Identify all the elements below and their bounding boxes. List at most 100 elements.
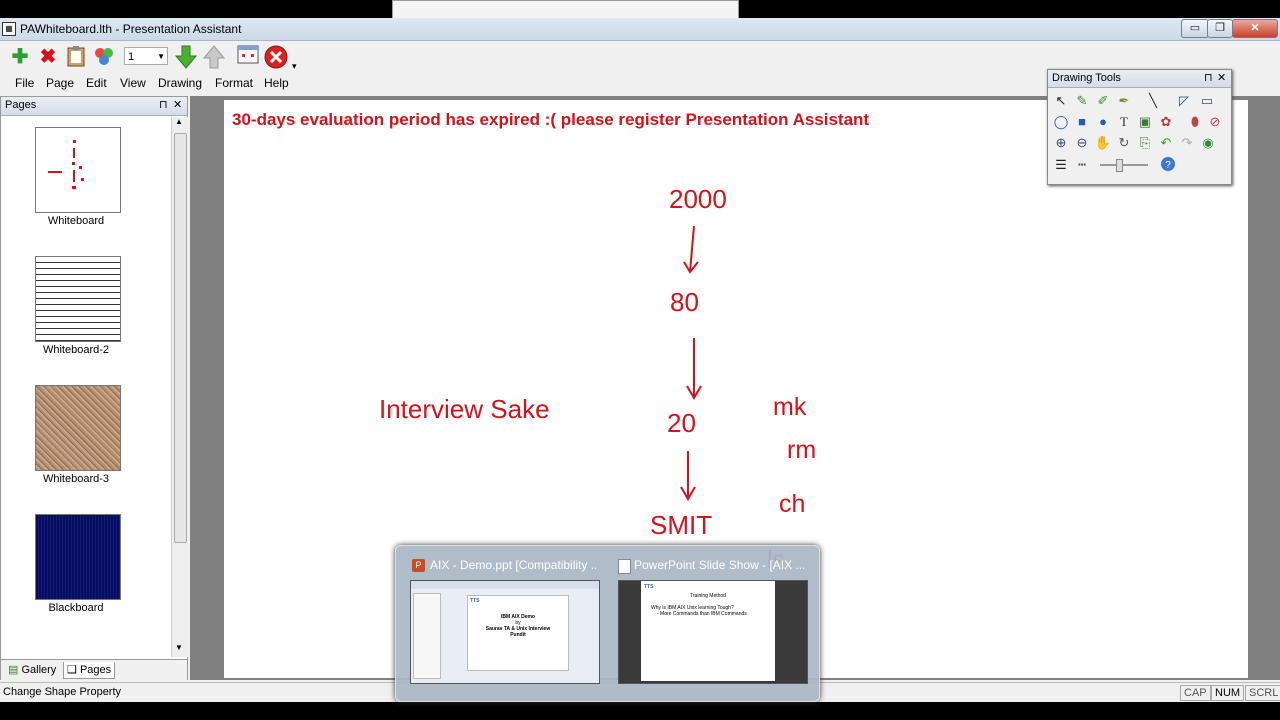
line-icon[interactable]: ╲	[1144, 92, 1162, 110]
zoom-out-icon[interactable]: ⊖	[1073, 134, 1091, 152]
page-thumbnail-blackboard[interactable]	[35, 514, 121, 600]
preview-title[interactable]: PowerPoint Slide Show - [AIX ...	[634, 558, 804, 572]
rectangle-outline-icon[interactable]: ▭	[1198, 92, 1216, 110]
svg-text:?: ?	[1165, 160, 1171, 171]
page-thumbnail-whiteboard-2[interactable]	[35, 256, 121, 342]
polygon-icon[interactable]: ◸	[1175, 92, 1193, 110]
pages-panel: Pages ⊓ ✕ Whiteboard Whiteboard-2 Whiteb…	[0, 96, 188, 680]
scroll-down-icon[interactable]: ▼	[175, 643, 183, 652]
arrow-down-icon[interactable]	[174, 45, 198, 69]
slide-line: Pundit	[510, 632, 526, 638]
menu-file[interactable]: File	[15, 76, 34, 90]
page-thumbnail-label: Whiteboard-2	[42, 344, 110, 356]
pages-scrollbar[interactable]: ▲ ▼	[171, 117, 188, 657]
tab-pages[interactable]: ❑ Pages	[63, 662, 116, 679]
taskbar-preview-popup: P AIX - Demo.ppt [Compatibility ... TTS …	[395, 545, 820, 702]
marker-icon[interactable]: ✒	[1115, 92, 1133, 110]
menu-drawing[interactable]: Drawing	[158, 76, 202, 90]
help-icon[interactable]: ?	[1159, 156, 1177, 174]
pin-icon[interactable]: ⊓	[1204, 71, 1213, 84]
ellipse-fill-icon[interactable]: ●	[1094, 113, 1112, 131]
status-text: Change Shape Property	[3, 686, 122, 698]
text-icon[interactable]: T	[1115, 113, 1133, 131]
add-page-icon[interactable]: ✚	[8, 45, 32, 69]
chevron-down-icon[interactable]: ▾	[292, 61, 297, 72]
menu-view[interactable]: View	[120, 76, 146, 90]
drawing-tools-title: Drawing Tools	[1052, 72, 1121, 84]
scroll-lock-indicator: SCRL	[1245, 685, 1280, 701]
page-thumbnail-label: Whiteboard-3	[42, 473, 110, 485]
tab-gallery[interactable]: ▤ Gallery	[5, 662, 59, 678]
title-bar: ▦ PAWhiteboard.lth - Presentation Assist…	[0, 18, 1280, 41]
eraser-icon[interactable]: ⬮	[1186, 113, 1204, 131]
num-lock-indicator: NUM	[1211, 685, 1245, 701]
powerpoint-icon: P	[412, 559, 425, 572]
slide-preview: TTS IBM AIX Demo by Saurav TA & Unix Int…	[467, 595, 569, 671]
drawing-tools-header: Drawing Tools ⊓ ✕	[1048, 70, 1231, 88]
stop-icon[interactable]	[264, 45, 288, 69]
menu-edit[interactable]: Edit	[86, 76, 107, 90]
gallery-icon: ▤	[8, 664, 19, 676]
menu-page[interactable]: Page	[46, 76, 74, 90]
presentation-icon[interactable]	[236, 45, 260, 69]
ellipse-icon[interactable]: ◯	[1052, 113, 1070, 131]
clear-icon[interactable]: ⊘	[1206, 113, 1224, 131]
zoom-in-icon[interactable]: ⊕	[1052, 134, 1070, 152]
slide-heading: TTS	[644, 584, 654, 590]
arrow-2000-to-80	[689, 225, 695, 273]
slide-list	[413, 593, 441, 679]
slide-line: - More Commands than IBM Commands	[657, 611, 747, 617]
page-thumbnail-label: Whiteboard	[47, 215, 105, 227]
rectangle-fill-icon[interactable]: ■	[1073, 113, 1091, 131]
palette-icon[interactable]	[92, 45, 116, 69]
preview-thumbnail-aix-demo[interactable]: TTS IBM AIX Demo by Saurav TA & Unix Int…	[410, 580, 600, 684]
pin-icon[interactable]: ⊓	[159, 98, 168, 111]
opacity-slider-icon[interactable]	[1100, 159, 1148, 172]
arrow-up-icon[interactable]	[202, 45, 226, 69]
line-width-icon[interactable]: ☰	[1052, 156, 1070, 174]
app-icon: ▦	[2, 22, 16, 36]
page-thumbnail-whiteboard[interactable]	[35, 127, 121, 213]
ribbon	[411, 581, 599, 589]
page-thumbnail-whiteboard-3[interactable]	[35, 385, 121, 471]
slide-heading: TTS	[470, 598, 480, 604]
pointer-icon[interactable]: ↖	[1052, 92, 1070, 110]
slider-thumb[interactable]	[1116, 159, 1123, 172]
preview-title[interactable]: AIX - Demo.ppt [Compatibility ...	[430, 558, 596, 572]
delete-page-icon[interactable]: ✖	[36, 45, 60, 69]
color-icon[interactable]: ◉	[1199, 134, 1217, 152]
hand-icon[interactable]: ✋	[1094, 134, 1112, 152]
export-icon[interactable]: ⎘	[1136, 134, 1154, 152]
restore-button[interactable]: ❐	[1207, 19, 1233, 38]
menu-help[interactable]: Help	[264, 76, 289, 90]
caps-lock-indicator: CAP	[1180, 685, 1211, 701]
window-title: PAWhiteboard.lth - Presentation Assistan…	[20, 22, 242, 36]
redo-icon[interactable]: ↷	[1178, 134, 1196, 152]
rotate-icon[interactable]: ↻	[1115, 134, 1133, 152]
pages-panel-title: Pages	[5, 99, 37, 111]
line-style-icon[interactable]: ┅	[1073, 156, 1091, 174]
document-icon	[618, 559, 631, 574]
minimize-button[interactable]: ▭	[1181, 19, 1209, 38]
clipboard-icon[interactable]	[64, 45, 88, 69]
pencil-icon[interactable]: ✎	[1073, 92, 1091, 110]
close-icon[interactable]: ✕	[173, 98, 182, 111]
close-button[interactable]: ✕	[1232, 19, 1278, 38]
scroll-up-icon[interactable]: ▲	[175, 117, 183, 126]
menu-format[interactable]: Format	[215, 76, 253, 90]
preview-thumbnail-slideshow[interactable]: TTS Training Method Why is IBM AIX Unix …	[618, 580, 808, 684]
image-icon[interactable]: ▣	[1136, 113, 1154, 131]
page-number-select[interactable]: 1 ▼	[124, 47, 168, 65]
undo-icon[interactable]: ↶	[1157, 134, 1175, 152]
highlighter-icon[interactable]: ✐	[1094, 92, 1112, 110]
page-number-value: 1	[128, 51, 135, 63]
tab-pages-label: Pages	[79, 664, 112, 676]
pages-icon: ❑	[67, 664, 77, 676]
scrollbar-thumb[interactable]	[174, 133, 187, 543]
pages-panel-header: Pages ⊓ ✕	[1, 97, 187, 116]
whiteboard-preview	[48, 140, 84, 189]
fill-icon[interactable]: ✿	[1157, 113, 1175, 131]
chevron-down-icon: ▼	[157, 52, 165, 61]
page-thumbnail-label: Blackboard	[48, 602, 104, 614]
close-icon[interactable]: ✕	[1217, 71, 1226, 84]
